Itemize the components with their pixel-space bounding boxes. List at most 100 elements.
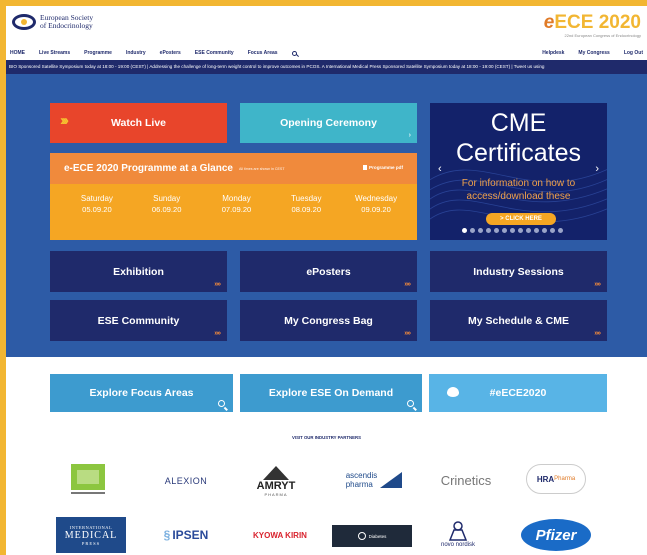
partner-logo-green[interactable] — [64, 461, 114, 497]
day-sunday[interactable]: Sunday 06.09.20 — [132, 194, 202, 215]
partners-heading: VISIT OUR INDUSTRY PARTNERS — [292, 435, 361, 440]
main-dashboard: ››› Watch Live Opening Ceremony › e-ECE … — [6, 74, 647, 357]
cme-title-line1: CME — [490, 109, 547, 137]
nav-programme[interactable]: Programme — [84, 50, 112, 56]
day-tuesday[interactable]: Tuesday 08.09.20 — [271, 194, 341, 215]
document-icon — [363, 165, 368, 170]
day-saturday[interactable]: Saturday 05.09.20 — [62, 194, 132, 215]
ese-logo[interactable]: European Society of Endocrinology — [12, 14, 93, 30]
programme-timezone-note: All times are shown in CEST — [238, 166, 285, 171]
search-icon[interactable] — [291, 50, 297, 56]
eposters-label: ePosters — [306, 265, 351, 278]
partner-logo-ipsen[interactable]: § IPSEN — [146, 521, 226, 549]
carousel-dot[interactable] — [494, 228, 499, 233]
carousel-dot[interactable] — [526, 228, 531, 233]
partner-logo-crinetics[interactable]: Crinetics — [426, 465, 506, 495]
page: European Society of Endocrinology eECE 2… — [6, 6, 647, 555]
nav-helpdesk[interactable]: Helpdesk — [542, 50, 564, 56]
novo-bull-icon — [448, 521, 468, 541]
twitter-hashtag-button[interactable]: #eECE2020 — [429, 374, 607, 412]
nav-eposters[interactable]: ePosters — [160, 50, 181, 56]
partner-logo-diabetes[interactable]: Diabetes — [332, 525, 412, 547]
header: European Society of Endocrinology eECE 2… — [6, 6, 647, 46]
carousel-prev-icon[interactable]: ‹ — [438, 163, 442, 175]
day-date: 06.09.20 — [151, 205, 182, 214]
partner-logo-ascendis[interactable]: ascendis pharma — [334, 465, 414, 495]
carousel-dot[interactable] — [558, 228, 563, 233]
click-here-button[interactable]: > CLICK HERE — [486, 213, 556, 225]
explore-focus-areas-button[interactable]: Explore Focus Areas — [50, 374, 233, 412]
programme-days: Saturday 05.09.20 Sunday 06.09.20 Monday 07… — [50, 184, 417, 215]
nav-focus-areas[interactable]: Focus Areas — [248, 50, 278, 56]
logo-line2: of Endocrinology — [40, 21, 93, 30]
partner-logo-international-medical-press[interactable]: INTERNATIONAL MEDICAL PRESS — [56, 517, 126, 553]
industry-sessions-label: Industry Sessions — [473, 265, 564, 278]
exhibition-tile[interactable]: Exhibition »» — [50, 251, 227, 292]
carousel-dot[interactable] — [534, 228, 539, 233]
carousel-dots — [462, 228, 566, 233]
partner-logo-hra-pharma[interactable]: HRA Pharma — [518, 461, 594, 497]
day-name: Monday — [222, 194, 251, 203]
carousel-dot[interactable] — [542, 228, 547, 233]
partner-logo-amryt[interactable]: AMRYT PHARMA — [246, 461, 306, 501]
chevrons-icon: »» — [404, 330, 411, 337]
carousel-dot[interactable] — [462, 228, 467, 233]
chevron-right-icon: › — [408, 132, 412, 139]
cme-certificates-banner[interactable]: CME Certificates For information on how … — [430, 103, 607, 240]
ipsen-name: IPSEN — [172, 528, 209, 542]
carousel-dot[interactable] — [502, 228, 507, 233]
industry-sessions-tile[interactable]: Industry Sessions »» — [430, 251, 607, 292]
carousel-dot[interactable] — [486, 228, 491, 233]
carousel-dot[interactable] — [510, 228, 515, 233]
amryt-triangle-icon — [263, 465, 289, 480]
partner-logo-pfizer[interactable]: Pfizer — [518, 517, 594, 553]
day-name: Saturday — [80, 194, 113, 203]
my-congress-bag-tile[interactable]: My Congress Bag »» — [240, 300, 417, 341]
day-name: Wednesday — [355, 194, 398, 203]
watch-live-button[interactable]: ››› Watch Live — [50, 103, 227, 143]
carousel-dot[interactable] — [550, 228, 555, 233]
my-schedule-cme-tile[interactable]: My Schedule & CME »» — [430, 300, 607, 341]
news-ticker[interactable]: BIO Sponsored Satellite Symposium today … — [6, 60, 647, 74]
nav-home[interactable]: HOME — [10, 50, 25, 56]
partner-logo-alexion[interactable]: ALEXION — [148, 469, 224, 493]
brand-e: e — [543, 12, 555, 33]
day-wednesday[interactable]: Wednesday 09.09.20 — [341, 194, 411, 215]
programme-pdf-link[interactable]: Programme pdf — [363, 165, 403, 170]
twitter-icon — [447, 387, 459, 397]
cme-subtitle-line1: For information on how to — [461, 178, 576, 189]
chevrons-icon: »» — [404, 281, 411, 288]
novo-nordisk-name: novo nordisk — [440, 542, 476, 548]
ascendis-line1: ascendis — [345, 471, 378, 480]
nav-right: Helpdesk My Congress Log Out — [528, 46, 643, 60]
partner-logo-novo-nordisk[interactable]: novo nordisk — [428, 513, 488, 555]
opening-ceremony-button[interactable]: Opening Ceremony › — [240, 103, 417, 143]
pfizer-name: Pfizer — [521, 519, 591, 551]
nav-my-congress[interactable]: My Congress — [578, 50, 609, 56]
day-date: 09.09.20 — [361, 205, 391, 214]
ese-community-tile[interactable]: ESE Community »» — [50, 300, 227, 341]
programme-at-a-glance[interactable]: e-ECE 2020 Programme at a Glance All tim… — [50, 153, 417, 240]
nav-industry[interactable]: Industry — [126, 50, 146, 56]
carousel-dot[interactable] — [470, 228, 475, 233]
carousel-dot[interactable] — [518, 228, 523, 233]
amryt-sub: PHARMA — [264, 491, 288, 497]
day-name: Sunday — [153, 194, 181, 203]
partner-logo-kyowa-kirin[interactable]: KYOWA KIRIN — [240, 521, 320, 549]
ese-logo-icon — [12, 14, 36, 30]
eposters-tile[interactable]: ePosters »» — [240, 251, 417, 292]
explore-ese-on-demand-button[interactable]: Explore ESE On Demand — [240, 374, 422, 412]
imp-line3: PRESS — [81, 540, 101, 546]
explore-on-demand-label: Explore ESE On Demand — [268, 387, 394, 399]
day-name: Tuesday — [291, 194, 322, 203]
day-monday[interactable]: Monday 07.09.20 — [202, 194, 272, 215]
carousel-next-icon[interactable]: › — [595, 163, 599, 175]
cme-subtitle: For information on how to access/downloa… — [430, 177, 607, 203]
carousel-dot[interactable] — [478, 228, 483, 233]
chevrons-icon: »» — [594, 330, 601, 337]
nav-log-out[interactable]: Log Out — [624, 50, 643, 56]
chevrons-icon: »» — [594, 281, 601, 288]
nav-ese-community[interactable]: ESE Community — [195, 50, 234, 56]
nav-live-streams[interactable]: Live Streams — [39, 50, 70, 56]
imp-line2: MEDICAL — [64, 529, 118, 541]
